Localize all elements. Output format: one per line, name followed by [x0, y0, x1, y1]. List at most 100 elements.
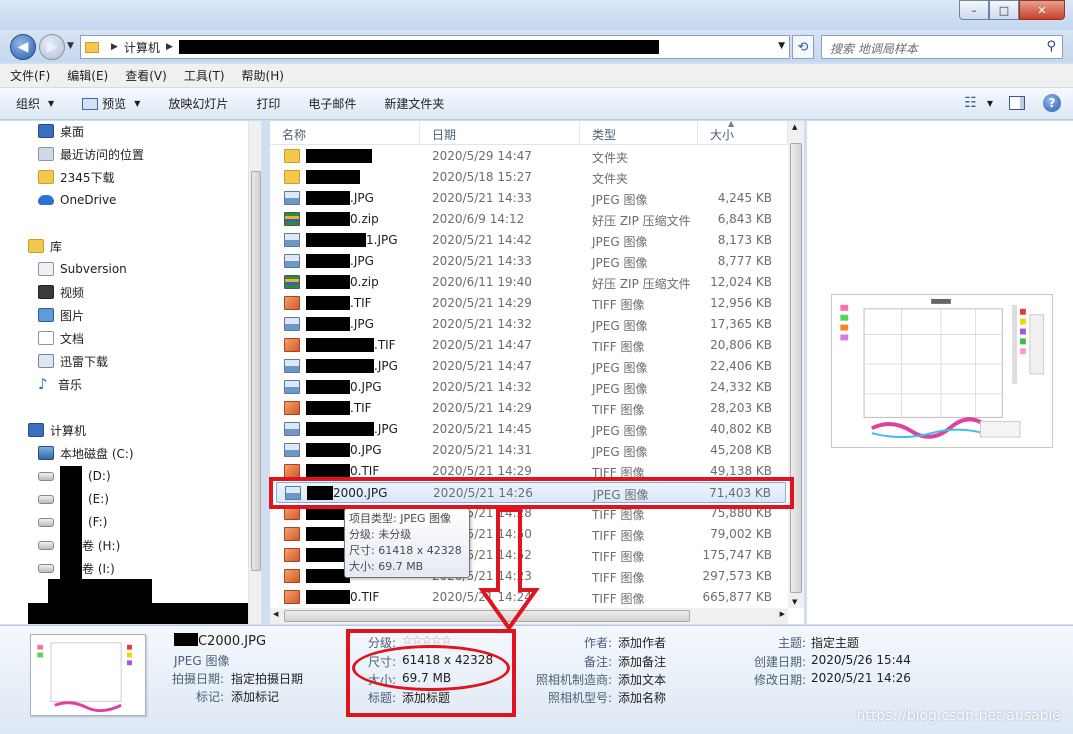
search-input[interactable]: 搜索 地调局样本 ⚲: [821, 35, 1063, 59]
nav-pictures[interactable]: 图片: [38, 305, 84, 325]
nav-recent[interactable]: 最近访问的位置: [38, 144, 144, 164]
column-name[interactable]: 名称: [270, 121, 420, 144]
shot-date-value[interactable]: 指定拍摄日期: [231, 670, 303, 687]
nav-documents[interactable]: 文档: [38, 328, 84, 348]
table-row[interactable]: 0.zip 2020/6/11 19:40 好压 ZIP 压缩文件 12,024 KB: [276, 272, 786, 293]
nav-computer[interactable]: 计算机: [28, 420, 86, 440]
file-size: 6,843 KB: [717, 212, 772, 226]
breadcrumb-computer[interactable]: 计算机: [124, 39, 160, 56]
file-list-vscrollbar[interactable]: ▲ ▼: [788, 121, 804, 608]
refresh-button[interactable]: ⟲: [792, 35, 814, 59]
nav-videos[interactable]: 视频: [38, 282, 84, 302]
print-button[interactable]: 打印: [256, 95, 280, 112]
table-row[interactable]: 0.JPG 2020/5/21 14:32 JPEG 图像 24,332 KB: [276, 377, 786, 398]
jpeg-file-icon: [284, 191, 300, 205]
nav-desktop[interactable]: 桌面: [38, 121, 84, 141]
camera-maker-value[interactable]: 添加文本: [618, 671, 666, 688]
chevron-right-icon[interactable]: ▶: [166, 42, 173, 52]
table-row[interactable]: 2020/5/29 14:47 文件夹: [276, 146, 786, 167]
table-row[interactable]: 2020/5/18 15:27 文件夹: [276, 167, 786, 188]
file-size: 8,777 KB: [717, 254, 772, 268]
table-row[interactable]: .TIF 2020/5/21 14:29 TIFF 图像 12,956 KB: [276, 293, 786, 314]
close-button[interactable]: ✕: [1019, 0, 1065, 20]
preview-pane-icon[interactable]: [1009, 96, 1025, 110]
email-button[interactable]: 电子邮件: [308, 95, 356, 112]
table-row[interactable]: .JPG 2020/5/21 14:33 JPEG 图像 8,777 KB: [276, 251, 786, 272]
table-row[interactable]: .TIF 2020/5/21 14:29 TIFF 图像 28,203 KB: [276, 398, 786, 419]
music-icon: ♪: [38, 375, 48, 393]
file-type: 好压 ZIP 压缩文件: [592, 277, 691, 291]
nav-label: (E:): [88, 492, 109, 506]
column-date[interactable]: 日期: [420, 121, 580, 144]
caret-down-icon: ▼: [134, 99, 141, 108]
column-size[interactable]: ▲ 大小: [698, 121, 788, 144]
column-size-label: 大小: [710, 128, 735, 142]
nav-2345-downloads[interactable]: 2345下载: [38, 167, 115, 187]
nav-scrollbar[interactable]: [248, 121, 261, 624]
tooltip-rating: 分级: 未分级: [349, 528, 412, 541]
change-view-icon[interactable]: ☷: [964, 95, 977, 111]
address-dropdown-icon[interactable]: ▼: [778, 41, 785, 51]
file-type: TIFF 图像: [592, 550, 645, 564]
tiff-file-icon: [284, 464, 300, 478]
drive-icon: [38, 494, 54, 504]
search-icon[interactable]: ⚲: [1046, 39, 1056, 54]
menu-help[interactable]: 帮助(H): [242, 67, 284, 84]
file-size: 22,406 KB: [710, 359, 772, 373]
annotation-arrow: [478, 508, 540, 632]
zip-file-icon: [284, 212, 300, 226]
table-row[interactable]: .JPG 2020/5/21 14:45 JPEG 图像 40,802 KB: [276, 419, 786, 440]
scroll-thumb[interactable]: [251, 171, 261, 571]
table-row[interactable]: 0.JPG 2020/5/21 14:31 JPEG 图像 45,208 KB: [276, 440, 786, 461]
table-row[interactable]: 1.JPG 2020/5/21 14:42 JPEG 图像 8,173 KB: [276, 230, 786, 251]
camera-model-value[interactable]: 添加名称: [618, 689, 666, 706]
column-type[interactable]: 类型: [580, 121, 698, 144]
scroll-thumb[interactable]: [790, 143, 802, 593]
scroll-up-icon[interactable]: ▲: [792, 123, 797, 131]
chevron-right-icon[interactable]: ▶: [111, 42, 118, 52]
forward-button[interactable]: ▶: [39, 34, 65, 60]
author-value[interactable]: 添加作者: [618, 634, 666, 651]
subject-value[interactable]: 指定主题: [811, 634, 859, 651]
preview-pane: [806, 121, 1073, 624]
file-name-text: 0.zip: [350, 275, 379, 289]
scroll-left-icon[interactable]: ◀: [273, 610, 278, 618]
map-preview-image: [831, 294, 1053, 448]
file-type: 好压 ZIP 压缩文件: [592, 214, 691, 228]
nav-subversion[interactable]: Subversion: [38, 259, 127, 279]
preview-button[interactable]: 预览 ▼: [82, 95, 140, 112]
menu-view[interactable]: 查看(V): [125, 67, 167, 84]
tags-value[interactable]: 添加标记: [231, 688, 279, 705]
slideshow-button[interactable]: 放映幻灯片: [168, 95, 228, 112]
history-dropdown-icon[interactable]: ▼: [67, 41, 74, 51]
drive-icon: [38, 563, 54, 573]
back-button[interactable]: ◀: [10, 34, 36, 60]
table-row[interactable]: .JPG 2020/5/21 14:47 JPEG 图像 22,406 KB: [276, 356, 786, 377]
table-row[interactable]: .JPG 2020/5/21 14:33 JPEG 图像 4,245 KB: [276, 188, 786, 209]
minimize-button[interactable]: –: [959, 0, 989, 20]
menu-tools[interactable]: 工具(T): [184, 67, 225, 84]
help-icon[interactable]: ?: [1043, 94, 1061, 112]
view-dropdown-icon[interactable]: ▼: [987, 99, 993, 108]
table-row[interactable]: 0.zip 2020/6/9 14:12 好压 ZIP 压缩文件 6,843 KB: [276, 209, 786, 230]
file-name-text: .JPG: [374, 422, 398, 436]
new-folder-button[interactable]: 新建文件夹: [384, 95, 444, 112]
organize-button[interactable]: 组织 ▼: [16, 95, 54, 112]
file-type: JPEG 图像: [592, 382, 648, 396]
nav-onedrive[interactable]: OneDrive: [38, 190, 116, 210]
address-bar[interactable]: ▶ 计算机 ▶ ▼: [80, 35, 790, 59]
scroll-down-icon[interactable]: ▼: [792, 598, 797, 606]
scroll-right-icon[interactable]: ▶: [780, 610, 785, 618]
comment-value[interactable]: 添加备注: [618, 653, 666, 670]
maximize-button[interactable]: □: [989, 0, 1019, 20]
table-row[interactable]: .TIF 2020/5/21 14:47 TIFF 图像 20,806 KB: [276, 335, 786, 356]
redaction: [306, 464, 350, 478]
table-row[interactable]: .JPG 2020/5/21 14:32 JPEG 图像 17,365 KB: [276, 314, 786, 335]
menu-file[interactable]: 文件(F): [10, 67, 50, 84]
nav-thunder-downloads[interactable]: 迅雷下载: [38, 351, 108, 371]
file-size: 17,365 KB: [710, 317, 772, 331]
nav-music[interactable]: ♪ 音乐: [38, 374, 82, 394]
nav-libraries[interactable]: 库: [28, 236, 62, 256]
nav-drive-c[interactable]: 本地磁盘 (C:): [38, 443, 134, 463]
menu-edit[interactable]: 编辑(E): [67, 67, 108, 84]
